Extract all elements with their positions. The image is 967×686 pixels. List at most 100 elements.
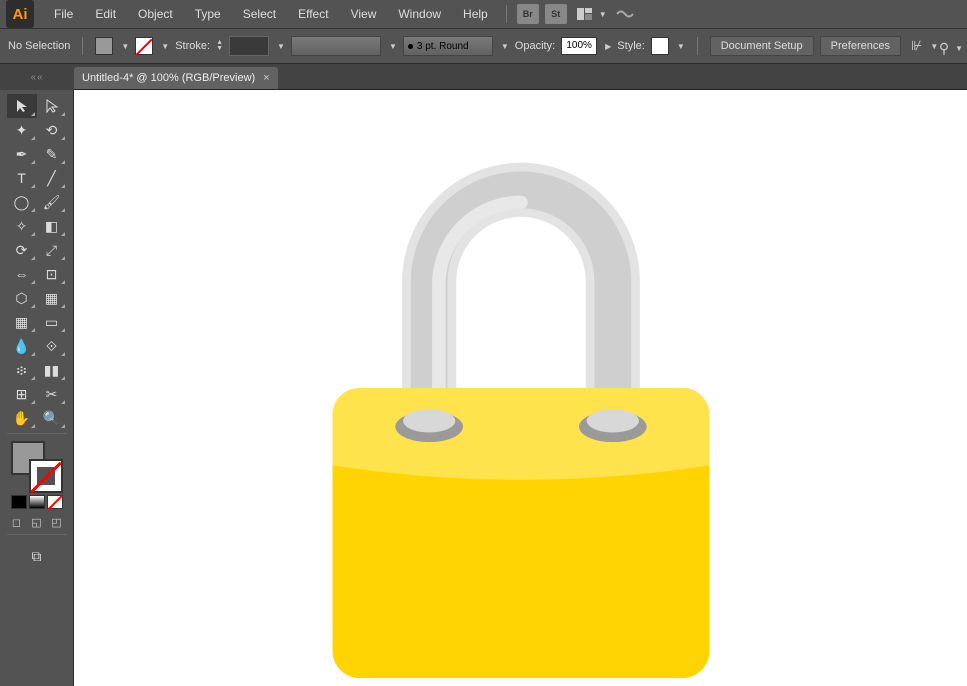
bridge-icon[interactable]: Br [517,4,539,24]
gradient-tool[interactable]: ▭ [37,310,67,334]
paintbrush-tool[interactable]: 🖌 [37,190,67,214]
main-area: ✦ ⟲ ✒ ✎ T ╱ ◯ 🖌 ✧ ◧ ⟳ ⤢ ⇔ ⊡ ⬡ ▦ [0,90,967,686]
chevron-down-icon: ▼ [277,42,285,51]
symbol-sprayer-tool[interactable]: ፨ [7,358,37,382]
line-tool[interactable]: ╱ [37,166,67,190]
draw-modes: ◻ ◱ ◰ [7,513,67,531]
chevron-down-icon: ▼ [501,42,509,51]
menu-view[interactable]: View [341,3,387,25]
stroke-color-box[interactable] [29,459,63,493]
blend-tool[interactable]: ⟐ [37,334,67,358]
artboard-tool[interactable]: ⊞ [7,382,37,406]
gpu-icon [615,7,635,21]
toolbar-grip[interactable]: «« [0,64,74,90]
hand-tool[interactable]: ✋ [7,406,37,430]
stroke-label: Stroke: [175,40,210,52]
grip-icon: «« [30,72,43,83]
chevron-down-icon: ▼ [121,42,129,51]
menu-help[interactable]: Help [453,3,498,25]
color-mode-row [11,495,63,509]
document-setup-button[interactable]: Document Setup [710,36,814,56]
zoom-tool[interactable]: 🔍 [37,406,67,430]
brush-dot-icon [408,44,413,49]
document-tab[interactable]: Untitled-4* @ 100% (RGB/Preview) × [74,67,278,89]
document-tab-row: Untitled-4* @ 100% (RGB/Preview) × [0,64,967,90]
arrange-icon [577,8,593,20]
app-logo: Ai [6,0,34,28]
control-bar: No Selection ▼ ▼ Stroke: ▲▼ ▼ ▼ 3 pt. Ro… [0,28,967,64]
screen-mode-icon[interactable]: ⧉ [22,544,52,568]
chevron-down-icon: ▼ [161,42,169,51]
menu-file[interactable]: File [44,3,83,25]
variable-width-profile[interactable] [291,36,381,56]
chevron-down-icon: ▼ [677,42,685,51]
magic-wand-tool[interactable]: ✦ [7,118,37,142]
chevron-down-icon: ▼ [389,42,397,51]
control-separator [697,37,698,55]
color-mode-none[interactable] [47,495,63,509]
lasso-tool[interactable]: ⟲ [37,118,67,142]
mesh-tool[interactable]: ▦ [7,310,37,334]
type-tool[interactable]: T [7,166,37,190]
fill-swatch[interactable] [95,37,113,55]
brush-definition[interactable]: 3 pt. Round [403,36,493,56]
pen-tool[interactable]: ✒ [7,142,37,166]
menu-select[interactable]: Select [233,3,286,25]
shape-builder-tool[interactable]: ⬡ [7,286,37,310]
menu-type[interactable]: Type [185,3,231,25]
tool-divider [7,534,67,535]
column-graph-tool[interactable]: ▮▮ [37,358,67,382]
draw-normal[interactable]: ◻ [7,513,27,531]
scale-tool[interactable]: ⤢ [37,238,67,262]
gpu-preview-icon[interactable] [615,7,635,21]
rotate-tool[interactable]: ⟳ [7,238,37,262]
color-mode-solid[interactable] [11,495,27,509]
arrange-documents[interactable]: ▼ [577,8,607,20]
selection-status: No Selection [8,40,70,52]
perspective-tool[interactable]: ▦ [37,286,67,310]
tab-close-button[interactable]: × [263,72,269,84]
tool-panel: ✦ ⟲ ✒ ✎ T ╱ ◯ 🖌 ✧ ◧ ⟳ ⤢ ⇔ ⊡ ⬡ ▦ [0,90,74,686]
shaper-tool[interactable]: ✧ [7,214,37,238]
canvas[interactable] [74,90,967,686]
opacity-label: Opacity: [515,40,555,52]
direct-selection-tool[interactable] [37,94,67,118]
stroke-weight-input[interactable] [229,36,269,56]
stock-icon[interactable]: St [545,4,567,24]
selection-tool[interactable] [7,94,37,118]
lock-icon [271,98,771,678]
preferences-button[interactable]: Preferences [820,36,901,56]
menu-window[interactable]: Window [388,3,451,25]
tool-divider [7,433,67,434]
curvature-tool[interactable]: ✎ [37,142,67,166]
width-tool[interactable]: ⇔ [7,262,37,286]
menu-separator [506,5,507,23]
style-label: Style: [617,40,645,52]
search-icon[interactable]: ⚲ [939,40,949,57]
menu-edit[interactable]: Edit [85,3,126,25]
stroke-swatch[interactable] [135,37,153,55]
chevron-down-icon: ▼ [955,44,963,53]
free-transform-tool[interactable]: ⊡ [37,262,67,286]
artwork-padlock [74,90,967,686]
draw-behind[interactable]: ◱ [27,513,47,531]
color-mode-gradient[interactable] [29,495,45,509]
chevron-right-icon[interactable]: ▶ [605,42,611,51]
menu-effect[interactable]: Effect [288,3,338,25]
control-separator [82,37,83,55]
slice-tool[interactable]: ✂ [37,382,67,406]
eraser-tool[interactable]: ◧ [37,214,67,238]
screen-mode[interactable]: ⧉ [22,544,52,568]
stroke-weight-stepper[interactable]: ▲▼ [216,40,223,52]
fill-stroke-control[interactable] [11,441,63,493]
chevron-down-icon: ▼ [599,10,607,19]
align-icon[interactable]: ⊮ [911,38,922,54]
menu-object[interactable]: Object [128,3,183,25]
rectangle-tool[interactable]: ◯ [7,190,37,214]
graphic-style-swatch[interactable] [651,37,669,55]
opacity-input[interactable]: 100% [561,37,597,55]
draw-inside[interactable]: ◰ [47,513,67,531]
menu-bar: Ai File Edit Object Type Select Effect V… [0,0,967,28]
app-logo-text: Ai [13,6,28,23]
eyedropper-tool[interactable]: 💧 [7,334,37,358]
